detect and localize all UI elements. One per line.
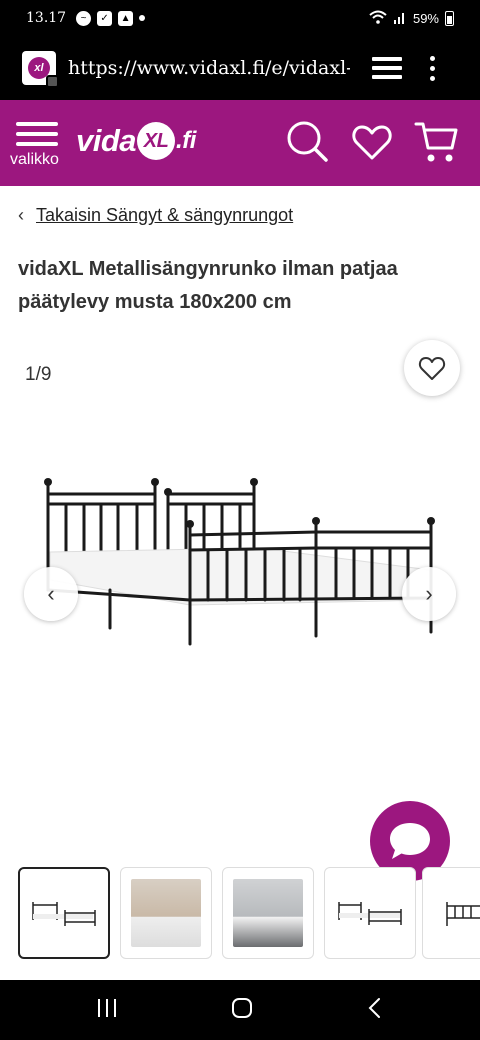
menu-icon <box>16 120 58 148</box>
signal-icon <box>393 10 407 27</box>
home-icon[interactable] <box>230 996 254 1025</box>
chevron-left-icon: ‹ <box>18 205 24 225</box>
menu-label: valikko <box>10 151 59 168</box>
battery-percent: 59% <box>412 10 439 26</box>
thumbnail-image <box>446 902 480 926</box>
messenger-icon: ~ <box>76 10 92 26</box>
thumbnail-1[interactable] <box>18 867 110 959</box>
logo-tld: .fi <box>176 127 196 154</box>
product-title: vidaXL Metallisängynrunko ilman patjaa p… <box>18 258 398 313</box>
check-icon: ✓ <box>97 10 113 26</box>
thumbnail-4[interactable] <box>324 867 416 959</box>
next-image-button[interactable]: › <box>402 567 456 621</box>
thumbnail-5[interactable] <box>422 867 480 959</box>
search-icon[interactable] <box>284 118 332 166</box>
browser-bar: xl https://www.vidaxl.fi/e/vidaxl-m <box>0 36 480 100</box>
status-right: 59% <box>369 10 454 27</box>
lock-icon <box>46 75 59 88</box>
add-to-wishlist-button[interactable] <box>404 340 460 396</box>
status-bar: 13.17 ~ ✓ ▲ 59% <box>0 0 480 36</box>
heart-icon <box>418 357 446 380</box>
wifi-icon <box>369 10 387 27</box>
notification-icons: ~ ✓ ▲ <box>76 10 146 26</box>
breadcrumb: ‹ Takaisin Sängyt & sängynrungot <box>18 205 293 226</box>
status-time: 13.17 <box>26 10 67 26</box>
chat-icon <box>390 823 430 859</box>
menu-button[interactable]: valikko <box>10 120 64 176</box>
system-nav-bar <box>0 980 480 1040</box>
chevron-right-icon: › <box>425 581 433 606</box>
thumbnail-3[interactable] <box>222 867 314 959</box>
vidaxl-logo[interactable]: vida XL .fi <box>76 122 196 160</box>
site-info-icon[interactable]: xl <box>22 51 59 88</box>
more-notifications-icon <box>139 15 146 21</box>
logo-xl: XL <box>137 122 176 160</box>
image-counter: 1/9 <box>25 364 52 385</box>
back-link[interactable]: Takaisin Sängyt & sängynrungot <box>36 205 293 226</box>
browser-menu-icon[interactable] <box>430 55 435 81</box>
gallery-icon: ▲ <box>118 10 134 26</box>
tabs-icon[interactable] <box>372 57 402 79</box>
heart-icon[interactable] <box>348 118 396 166</box>
thumbnail-image <box>131 879 201 947</box>
chevron-left-icon: ‹ <box>47 581 55 606</box>
logo-prefix: vida <box>76 123 137 158</box>
thumbnail-2[interactable] <box>120 867 212 959</box>
previous-image-button[interactable]: ‹ <box>24 567 78 621</box>
cart-icon[interactable] <box>412 118 460 166</box>
thumbnail-image <box>233 879 303 947</box>
recent-apps-icon[interactable] <box>95 997 119 1024</box>
thumbnail-image <box>32 902 96 926</box>
thumbnail-image <box>338 902 402 925</box>
battery-icon <box>445 10 454 26</box>
back-icon[interactable] <box>365 996 385 1025</box>
address-bar[interactable]: https://www.vidaxl.fi/e/vidaxl-m <box>68 57 350 79</box>
product-image[interactable] <box>0 460 480 660</box>
site-header: valikko vida XL .fi <box>0 100 480 186</box>
thumbnail-strip <box>18 867 480 959</box>
